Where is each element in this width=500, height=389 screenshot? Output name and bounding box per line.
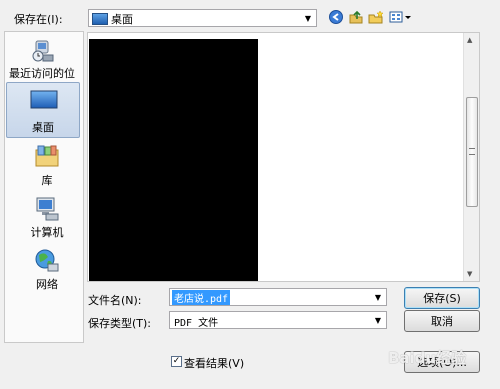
recent-places-icon: [29, 38, 55, 62]
chevron-down-icon[interactable]: ▼: [373, 312, 383, 328]
view-result-checkbox[interactable]: ✓: [171, 356, 182, 367]
scroll-thumb[interactable]: [466, 97, 478, 207]
file-list[interactable]: ▲ ▼: [87, 32, 480, 282]
libraries-icon: [34, 144, 60, 168]
scroll-up-icon[interactable]: ▲: [467, 36, 472, 44]
scroll-down-icon[interactable]: ▼: [467, 270, 472, 278]
chevron-down-icon[interactable]: ▼: [373, 289, 383, 305]
place-network[interactable]: 网络: [9, 248, 85, 292]
place-libraries[interactable]: 库: [9, 144, 85, 188]
place-desktop[interactable]: 桌面: [6, 82, 80, 138]
back-icon[interactable]: [328, 9, 344, 25]
up-folder-icon[interactable]: [348, 9, 364, 25]
filename-input[interactable]: 老店说.pdf ▼: [169, 288, 387, 306]
view-result-label[interactable]: 查看结果(V): [184, 355, 244, 371]
place-computer-label: 计算机: [30, 226, 64, 239]
new-folder-icon[interactable]: [368, 9, 384, 25]
save-button[interactable]: 保存(S): [404, 287, 480, 309]
save-in-label: 保存在(I):: [14, 13, 63, 26]
filetype-select[interactable]: PDF 文件 ▼: [169, 311, 387, 329]
filetype-label: 保存类型(T):: [88, 317, 152, 330]
filename-value: 老店说.pdf: [172, 290, 231, 305]
preview-black-region: [89, 39, 258, 281]
vertical-scrollbar[interactable]: ▲ ▼: [463, 33, 479, 281]
filetype-value: PDF 文件: [174, 318, 219, 329]
place-desktop-label: 桌面: [32, 121, 54, 134]
watermark-logo: Baidu经验: [388, 349, 467, 367]
places-bar: 最近访问的位置 桌面 库 计算机 网络: [4, 31, 84, 343]
save-in-dropdown[interactable]: 桌面 ▼: [88, 9, 317, 27]
filename-label: 文件名(N):: [88, 294, 142, 307]
checkmark-icon: ✓: [172, 356, 181, 366]
chevron-down-icon[interactable]: ▼: [303, 10, 313, 26]
computer-icon: [34, 196, 60, 221]
desktop-small-icon: [92, 13, 108, 25]
network-icon: [34, 248, 60, 272]
view-menu-icon[interactable]: [389, 9, 413, 25]
desktop-icon: [30, 90, 58, 114]
save-in-value: 桌面: [111, 13, 133, 26]
place-computer[interactable]: 计算机: [9, 196, 85, 240]
cancel-button[interactable]: 取消: [404, 310, 480, 332]
place-libraries-label: 库: [41, 174, 53, 187]
place-network-label: 网络: [36, 278, 58, 291]
